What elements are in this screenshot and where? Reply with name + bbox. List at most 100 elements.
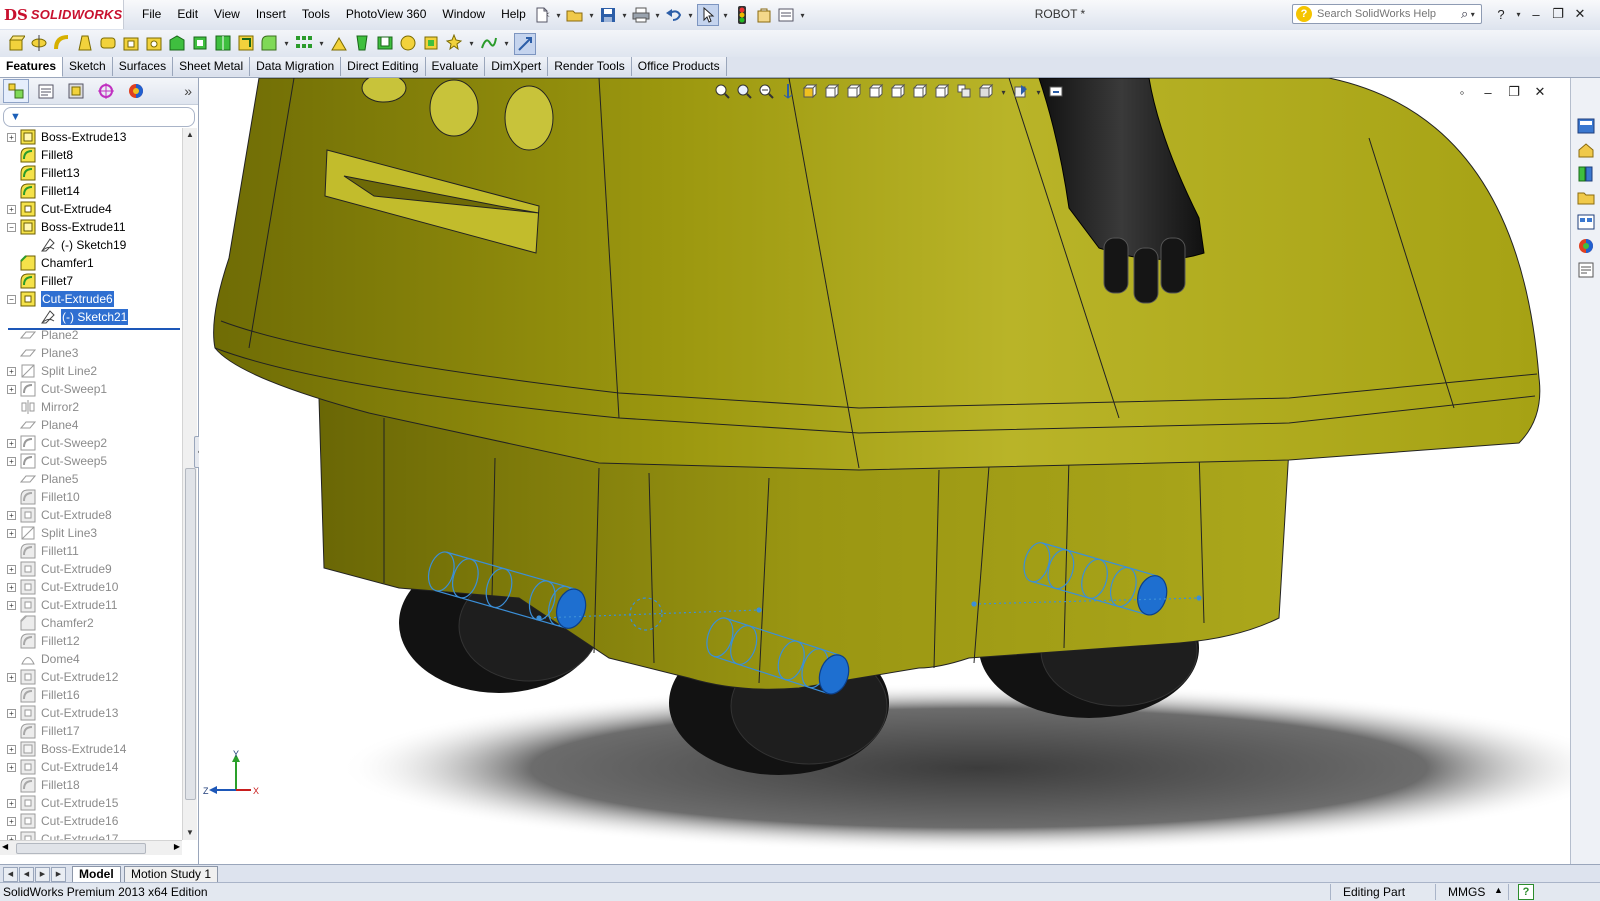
shaded-edges-icon[interactable] [845, 82, 863, 100]
expand-node-icon[interactable]: + [7, 457, 16, 466]
tree-node[interactable]: Fillet7 [0, 272, 182, 290]
save-dropdown-icon[interactable]: ▾ [620, 5, 629, 25]
tab-evaluate[interactable]: Evaluate [425, 57, 486, 76]
tree-node[interactable]: + Cut-Sweep5 [0, 452, 182, 470]
fillet-icon[interactable] [259, 33, 279, 53]
revolved-cut-icon[interactable] [167, 33, 187, 53]
expand-node-icon[interactable]: + [7, 673, 16, 682]
solidworks-resources-icon[interactable] [1576, 116, 1596, 136]
scroll-up-icon[interactable]: ▲ [183, 128, 197, 142]
new-document-icon[interactable] [532, 5, 552, 25]
boundary-boss-icon[interactable] [98, 33, 118, 53]
expand-node-icon[interactable]: + [7, 529, 16, 538]
tree-node[interactable]: + Cut-Extrude16 [0, 812, 182, 830]
print-icon[interactable] [631, 5, 651, 25]
tree-node[interactable]: Fillet17 [0, 722, 182, 740]
swept-cut-icon[interactable] [190, 33, 210, 53]
prev-tab-icon[interactable]: ◀ [19, 867, 34, 882]
open-folder-icon[interactable] [565, 5, 585, 25]
tree-node[interactable]: Plane3 [0, 344, 182, 362]
view-settings-icon[interactable] [1047, 82, 1065, 100]
expand-node-icon[interactable]: + [7, 385, 16, 394]
tree-node[interactable]: + Cut-Extrude4 [0, 200, 182, 218]
tree-node[interactable]: Chamfer2 [0, 614, 182, 632]
options-dropdown-icon[interactable]: ▾ [798, 5, 807, 25]
expand-node-icon[interactable]: + [7, 583, 16, 592]
tab-features[interactable]: Features [0, 57, 64, 77]
display-style-icon[interactable] [823, 82, 841, 100]
search-dropdown-icon[interactable]: ▾ [1468, 4, 1477, 24]
tree-node[interactable]: + Cut-Extrude17 [0, 830, 182, 840]
hidden-lines-icon[interactable] [867, 82, 885, 100]
expand-node-icon[interactable]: + [7, 367, 16, 376]
tree-node[interactable]: Fillet16 [0, 686, 182, 704]
view-orientation-icon[interactable] [801, 82, 819, 100]
lofted-boss-icon[interactable] [75, 33, 95, 53]
tree-node[interactable]: + Cut-Extrude9 [0, 560, 182, 578]
solidworks-logo[interactable]: DS SOLIDWORKS [0, 0, 124, 29]
search-input[interactable] [1315, 7, 1459, 21]
property-manager-tab-icon[interactable] [33, 79, 59, 103]
shell-icon[interactable] [375, 33, 395, 53]
quick-tips-icon[interactable]: ? [1518, 884, 1534, 900]
tree-node[interactable]: Fillet11 [0, 542, 182, 560]
viewport-close-icon[interactable]: ✕ [1531, 82, 1549, 102]
expand-node-icon[interactable]: + [7, 511, 16, 520]
edit-appearance-icon[interactable] [977, 82, 995, 100]
expand-node-icon[interactable]: + [7, 817, 16, 826]
tree-node[interactable]: + Cut-Extrude14 [0, 758, 182, 776]
zoom-to-area-icon[interactable] [735, 82, 753, 100]
tree-node[interactable]: Fillet8 [0, 146, 182, 164]
tree-node[interactable]: + Cut-Sweep2 [0, 434, 182, 452]
next-tab-icon[interactable]: ▶ [35, 867, 50, 882]
tree-node[interactable]: Fillet13 [0, 164, 182, 182]
tree-node[interactable]: + Split Line2 [0, 362, 182, 380]
menu-file[interactable]: File [134, 0, 169, 29]
tree-node[interactable]: + Split Line3 [0, 524, 182, 542]
boundary-cut-icon[interactable] [236, 33, 256, 53]
viewport-minimize-icon[interactable]: – [1479, 82, 1497, 102]
tree-node[interactable]: Fillet12 [0, 632, 182, 650]
file-properties-icon[interactable] [754, 5, 774, 25]
wireframe-icon[interactable] [889, 82, 907, 100]
tab-motion-study[interactable]: Motion Study 1 [124, 866, 219, 883]
tab-model[interactable]: Model [72, 866, 121, 883]
tree-node[interactable]: + Cut-Extrude11 [0, 596, 182, 614]
draft-icon[interactable] [352, 33, 372, 53]
expand-node-icon[interactable]: + [7, 205, 16, 214]
expand-node-icon[interactable]: + [7, 745, 16, 754]
tree-node[interactable]: − Cut-Extrude6 [0, 290, 182, 308]
select-arrow-icon[interactable] [697, 4, 719, 26]
swept-boss-icon[interactable] [52, 33, 72, 53]
menu-edit[interactable]: Edit [169, 0, 206, 29]
undo-icon[interactable] [664, 5, 684, 25]
tree-node[interactable]: Mirror2 [0, 398, 182, 416]
display-manager-tab-icon[interactable] [123, 79, 149, 103]
configuration-manager-tab-icon[interactable] [63, 79, 89, 103]
help-dropdown-icon[interactable]: ▾ [1514, 4, 1523, 24]
tree-node[interactable]: Chamfer1 [0, 254, 182, 272]
tab-render-tools[interactable]: Render Tools [548, 57, 632, 76]
tree-node[interactable]: Plane5 [0, 470, 182, 488]
menu-view[interactable]: View [206, 0, 248, 29]
tree-node[interactable]: Fillet18 [0, 776, 182, 794]
extruded-cut-icon[interactable] [121, 33, 141, 53]
scene-dropdown-icon[interactable]: ▾ [1034, 82, 1043, 102]
viewport-restore-icon[interactable]: ❐ [1505, 82, 1523, 102]
robot-model-view[interactable] [199, 78, 1570, 864]
appearance-dropdown-icon[interactable]: ▾ [999, 82, 1008, 102]
tree-filter[interactable]: ▼ [3, 107, 195, 127]
tab-dimxpert[interactable]: DimXpert [485, 57, 549, 76]
file-explorer-icon[interactable] [1576, 188, 1596, 208]
expand-node-icon[interactable]: + [7, 601, 16, 610]
curves-dropdown-icon[interactable]: ▾ [502, 33, 511, 53]
search-icon[interactable]: ⌕ [1461, 6, 1468, 22]
previous-view-icon[interactable] [757, 82, 775, 100]
tab-sheet-metal[interactable]: Sheet Metal [173, 57, 251, 76]
graphics-area[interactable]: ▾ ▾ ◦ – ❐ ✕ Y Z X [199, 78, 1570, 864]
save-icon[interactable] [598, 5, 618, 25]
tab-data-migration[interactable]: Data Migration [250, 57, 342, 76]
menu-help[interactable]: Help [493, 0, 534, 29]
tab-surfaces[interactable]: Surfaces [112, 57, 174, 76]
shaded-icon[interactable] [911, 82, 929, 100]
